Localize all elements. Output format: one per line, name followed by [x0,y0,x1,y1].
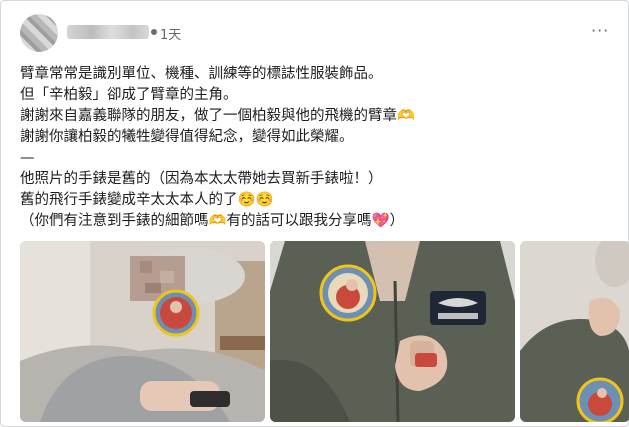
avatar[interactable] [20,14,58,52]
post-line-1: 臂章常常是識別單位、機種、訓練等的標誌性服裝飾品。 [20,66,383,82]
photo-3[interactable] [520,241,629,422]
author-name-blurred[interactable] [67,25,149,39]
post-line-7: 舊的飛行手錶變成辛太太本人的了☺️☺️ [20,192,274,208]
photo-2-image [270,241,515,422]
photo-2[interactable] [270,241,515,422]
post-body: 臂章常常是識別單位、機種、訓練等的標誌性服裝飾品。 但「辛柏毅」卻成了臂章的主角… [20,64,620,232]
post-line-8: （你們有注意到手錶的細節嗎🫶有的話可以跟我分享嗎💖） [20,213,405,229]
photo-1[interactable] [20,241,265,422]
post-card: 1天 ··· 臂章常常是識別單位、機種、訓練等的標誌性服裝飾品。 但「辛柏毅」卻… [0,0,629,427]
post-line-2: 但「辛柏毅」卻成了臂章的主角。 [20,87,238,103]
post-line-6: 他照片的手錶是舊的（因為本太太帶她去買新手錶啦！） [20,171,383,187]
dot-icon [151,29,157,35]
more-options-icon[interactable]: ··· [591,21,609,40]
post-line-5: — [20,150,35,166]
post-time[interactable]: 1天 [160,24,181,43]
post-line-4: 謝謝你讓柏毅的犧牲變得值得紀念，變得如此榮耀。 [20,129,354,145]
photo-1-image [20,241,265,422]
post-line-3: 謝謝來自嘉義聯隊的朋友，做了一個柏毅與他的飛機的臂章🫶 [20,108,416,124]
photo-3-image [520,241,629,422]
